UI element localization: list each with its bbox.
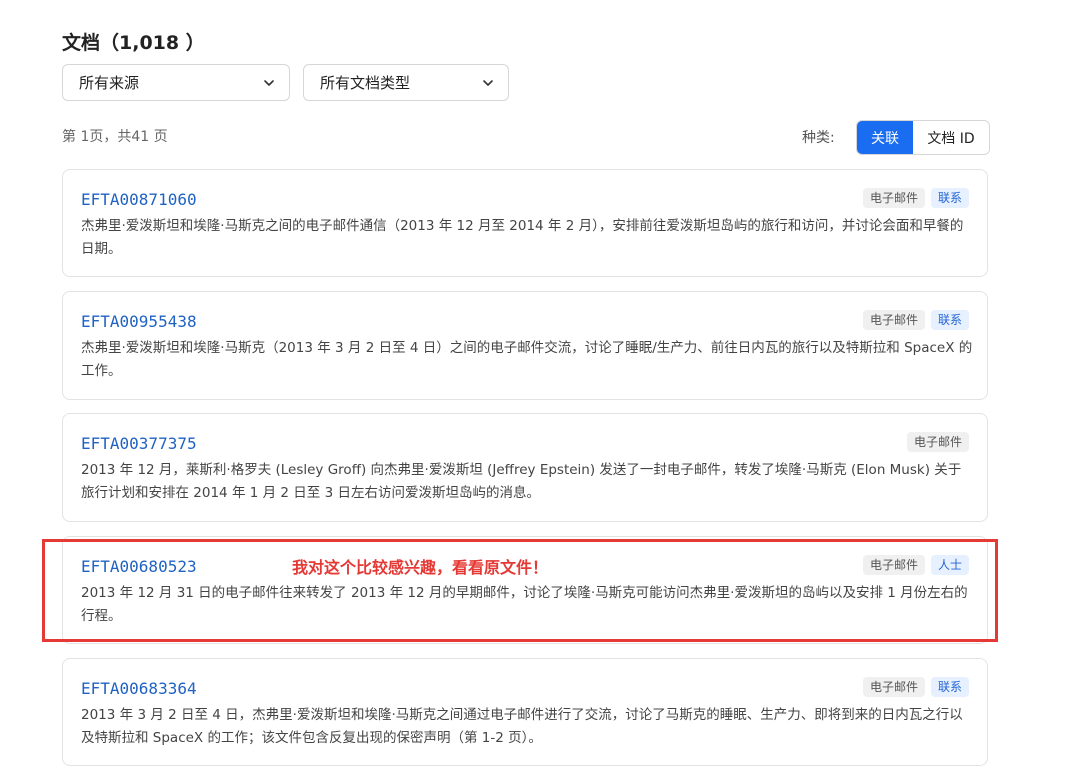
annotation-text: 我对这个比较感兴趣，看看原文件！ bbox=[292, 558, 549, 577]
kind-option-relation[interactable]: 关联 bbox=[857, 121, 913, 154]
result-card[interactable]: EFTA00871060 电子邮件 联系 杰弗里·爱泼斯坦和埃隆·马斯克之间的电… bbox=[62, 169, 988, 277]
documents-page: 文档（1,018 ） 所有来源 所有文档类型 第 1页，共41 页 种类: 关联… bbox=[0, 0, 1080, 775]
tag-email: 电子邮件 bbox=[862, 310, 925, 330]
source-filter-select[interactable]: 所有来源 bbox=[62, 64, 290, 101]
document-id-link[interactable]: EFTA00683364 bbox=[81, 679, 197, 698]
chevron-down-icon bbox=[483, 79, 493, 86]
kind-option-doc-id[interactable]: 文档 ID bbox=[913, 121, 989, 154]
kind-toggle: 关联 文档 ID bbox=[856, 120, 990, 155]
tag-list: 电子邮件 联系 bbox=[862, 677, 969, 697]
document-description: 2013 年 12 月，莱斯利·格罗夫 (Lesley Groff) 向杰弗里·… bbox=[81, 462, 962, 501]
document-description: 杰弗里·爱泼斯坦和埃隆·马斯克之间的电子邮件通信（2013 年 12 月至 20… bbox=[81, 218, 964, 257]
tag-email: 电子邮件 bbox=[862, 677, 925, 697]
result-card[interactable]: EFTA00680523 电子邮件 人士 2013 年 12 月 31 日的电子… bbox=[62, 536, 988, 644]
tag-contact: 联系 bbox=[930, 677, 969, 697]
document-description: 2013 年 12 月 31 日的电子邮件往来转发了 2013 年 12 月的早… bbox=[81, 585, 968, 624]
chevron-down-icon bbox=[264, 79, 274, 86]
tag-email: 电子邮件 bbox=[906, 432, 969, 452]
document-id-link[interactable]: EFTA00377375 bbox=[81, 434, 197, 453]
pagination-info: 第 1页，共41 页 bbox=[62, 129, 168, 145]
document-id-link[interactable]: EFTA00680523 bbox=[81, 557, 197, 576]
document-id-link[interactable]: EFTA00955438 bbox=[81, 312, 197, 331]
tag-list: 电子邮件 联系 bbox=[862, 310, 969, 330]
document-description: 杰弗里·爱泼斯坦和埃隆·马斯克（2013 年 3 月 2 日至 4 日）之间的电… bbox=[81, 340, 973, 379]
doc-type-filter-select[interactable]: 所有文档类型 bbox=[303, 64, 509, 101]
document-id-link[interactable]: EFTA00871060 bbox=[81, 190, 197, 209]
tag-list: 电子邮件 人士 bbox=[862, 555, 969, 575]
kind-label: 种类: bbox=[802, 130, 835, 146]
tag-contact: 联系 bbox=[930, 188, 969, 208]
result-card[interactable]: EFTA00955438 电子邮件 联系 杰弗里·爱泼斯坦和埃隆·马斯克（201… bbox=[62, 291, 988, 400]
tag-list: 电子邮件 联系 bbox=[862, 188, 969, 208]
tag-contact: 联系 bbox=[930, 310, 969, 330]
result-card[interactable]: EFTA00683364 电子邮件 联系 2013 年 3 月 2 日至 4 日… bbox=[62, 658, 988, 766]
result-card[interactable]: EFTA00377375 电子邮件 2013 年 12 月，莱斯利·格罗夫 (L… bbox=[62, 413, 988, 522]
document-description: 2013 年 3 月 2 日至 4 日，杰弗里·爱泼斯坦和埃隆·马斯克之间通过电… bbox=[81, 707, 963, 746]
tag-email: 电子邮件 bbox=[862, 555, 925, 575]
source-filter-value: 所有来源 bbox=[79, 74, 140, 92]
page-title: 文档（1,018 ） bbox=[62, 32, 205, 54]
doc-type-filter-value: 所有文档类型 bbox=[320, 74, 411, 92]
tag-person: 人士 bbox=[930, 555, 969, 575]
tag-list: 电子邮件 bbox=[906, 432, 969, 452]
tag-email: 电子邮件 bbox=[862, 188, 925, 208]
